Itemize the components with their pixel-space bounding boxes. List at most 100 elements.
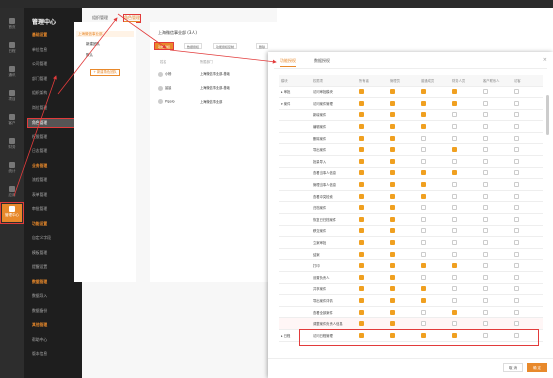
permission-checkbox[interactable] (359, 240, 364, 246)
permission-checkbox[interactable] (390, 100, 395, 106)
permission-checkbox[interactable] (421, 100, 426, 106)
permission-checkbox[interactable] (390, 135, 395, 141)
permission-checkbox[interactable] (359, 158, 364, 164)
permission-checkbox[interactable] (359, 193, 364, 199)
permission-checkbox[interactable] (452, 193, 457, 199)
permission-checkbox[interactable] (421, 286, 426, 292)
permission-checkbox[interactable] (514, 240, 519, 246)
role-group-item[interactable]: 新建团队 (76, 42, 134, 47)
permission-checkbox[interactable] (359, 274, 364, 280)
permission-checkbox[interactable] (483, 309, 488, 315)
permission-checkbox[interactable] (452, 251, 457, 257)
permission-checkbox[interactable] (483, 124, 488, 130)
permission-checkbox[interactable] (390, 89, 395, 95)
icon-nav-item[interactable]: 客户 (2, 112, 22, 130)
permission-checkbox[interactable] (483, 147, 488, 153)
permission-checkbox[interactable] (514, 124, 519, 130)
permission-checkbox[interactable] (452, 240, 457, 246)
menu-item[interactable]: 模板管理 (32, 250, 47, 256)
permission-checkbox[interactable] (359, 147, 364, 153)
permission-checkbox[interactable] (452, 182, 457, 188)
add-role-group-button[interactable]: + 新建角色团队 (90, 69, 120, 76)
module-cell[interactable]: ▾ 案件 (279, 97, 311, 110)
permission-checkbox[interactable] (514, 286, 519, 292)
confirm-button[interactable]: 确 定 (527, 363, 547, 372)
menu-item[interactable]: 自定义字段 (32, 235, 51, 241)
permission-checkbox[interactable] (421, 205, 426, 211)
permission-checkbox[interactable] (421, 321, 426, 327)
role-group-item[interactable]: 默认 (76, 53, 134, 58)
permission-checkbox[interactable] (452, 263, 457, 269)
permission-checkbox[interactable] (483, 170, 488, 176)
permission-checkbox[interactable] (514, 216, 519, 222)
permission-checkbox[interactable] (483, 286, 488, 292)
permission-checkbox[interactable] (452, 297, 457, 303)
permission-checkbox[interactable] (421, 263, 426, 269)
permission-checkbox[interactable] (483, 251, 488, 257)
permission-checkbox[interactable] (421, 147, 426, 153)
permission-checkbox[interactable] (390, 205, 395, 211)
permission-checkbox[interactable] (359, 286, 364, 292)
permission-checkbox[interactable] (514, 147, 519, 153)
menu-item[interactable]: 数据导入 (32, 293, 47, 299)
permission-checkbox[interactable] (359, 297, 364, 303)
permission-checkbox[interactable] (359, 321, 364, 327)
permission-checkbox[interactable] (514, 193, 519, 199)
permission-checkbox[interactable] (452, 124, 457, 130)
permission-checkbox[interactable] (514, 182, 519, 188)
permission-checkbox[interactable] (390, 297, 395, 303)
permission-checkbox[interactable] (421, 193, 426, 199)
permission-checkbox[interactable] (452, 216, 457, 222)
permission-checkbox[interactable] (452, 309, 457, 315)
permission-checkbox[interactable] (514, 170, 519, 176)
permission-checkbox[interactable] (452, 228, 457, 234)
menu-item[interactable]: 数据备份 (32, 308, 47, 314)
permission-checkbox[interactable] (421, 112, 426, 118)
permission-checkbox[interactable] (421, 124, 426, 130)
permission-checkbox[interactable] (514, 100, 519, 106)
permission-checkbox[interactable] (421, 251, 426, 257)
permission-checkbox[interactable] (514, 205, 519, 211)
permission-checkbox[interactable] (421, 228, 426, 234)
permission-checkbox[interactable] (390, 309, 395, 315)
permission-checkbox[interactable] (421, 182, 426, 188)
permission-checkbox[interactable] (390, 321, 395, 327)
menu-item[interactable]: 流程管理 (32, 177, 47, 183)
permission-checkbox[interactable] (483, 297, 488, 303)
permission-checkbox[interactable] (483, 321, 488, 327)
icon-nav-item[interactable]: 通讯 (2, 64, 22, 82)
permission-checkbox[interactable] (390, 112, 395, 118)
permission-checkbox[interactable] (359, 309, 364, 315)
permission-checkbox[interactable] (390, 228, 395, 234)
permission-checkbox[interactable] (359, 251, 364, 257)
icon-nav-item[interactable]: 项目 (2, 88, 22, 106)
permission-checkbox[interactable] (359, 89, 364, 95)
menu-item[interactable]: 日志管理 (32, 148, 47, 154)
permission-checkbox[interactable] (514, 263, 519, 269)
permission-checkbox[interactable] (514, 158, 519, 164)
permission-checkbox[interactable] (514, 309, 519, 315)
menu-item[interactable]: 角色管理 (27, 118, 77, 128)
scrollbar[interactable] (546, 95, 549, 135)
menu-item[interactable]: 单位信息 (32, 47, 47, 53)
permission-checkbox[interactable] (421, 309, 426, 315)
permission-checkbox[interactable] (483, 216, 488, 222)
data-auth-button[interactable]: 数据授权 (184, 43, 203, 49)
permission-checkbox[interactable] (359, 216, 364, 222)
copy-auth-button[interactable]: 功能授权复制 (213, 43, 238, 49)
permission-checkbox[interactable] (514, 89, 519, 95)
permission-checkbox[interactable] (390, 286, 395, 292)
menu-item[interactable]: 部门管理 (32, 76, 47, 82)
permission-checkbox[interactable] (483, 158, 488, 164)
permission-checkbox[interactable] (452, 205, 457, 211)
menu-item[interactable]: 权限管理 (32, 134, 47, 140)
tab-data-auth[interactable]: 数据授权 (314, 58, 330, 64)
permission-checkbox[interactable] (452, 158, 457, 164)
permission-checkbox[interactable] (483, 100, 488, 106)
permission-checkbox[interactable] (514, 321, 519, 327)
permission-checkbox[interactable] (390, 147, 395, 153)
permission-checkbox[interactable] (390, 124, 395, 130)
tab-role[interactable]: 角色管理 (123, 14, 141, 23)
permission-checkbox[interactable] (483, 112, 488, 118)
permission-checkbox[interactable] (452, 112, 457, 118)
